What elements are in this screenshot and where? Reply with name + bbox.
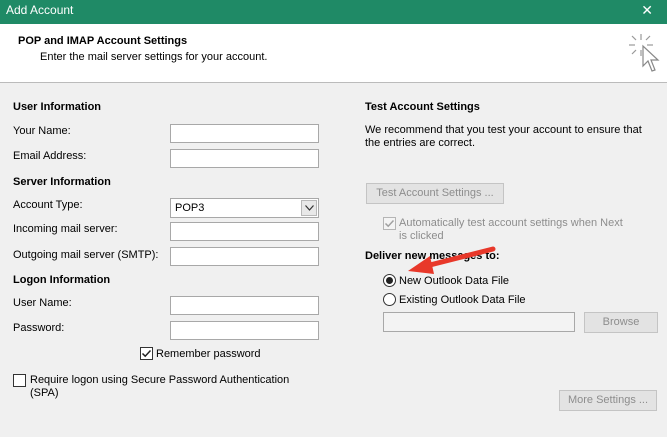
window-title: Add Account — [6, 3, 74, 17]
email-address-input[interactable] — [170, 149, 319, 168]
account-type-value: POP3 — [175, 202, 205, 214]
existing-data-file-radio[interactable] — [383, 293, 396, 306]
spa-checkbox[interactable] — [13, 374, 26, 387]
header-subtitle: Enter the mail server settings for your … — [40, 51, 268, 63]
account-type-label: Account Type: — [13, 199, 83, 211]
chevron-down-icon[interactable] — [301, 200, 317, 216]
new-data-file-radio[interactable] — [383, 274, 396, 287]
your-name-input[interactable] — [170, 124, 319, 143]
browse-button[interactable]: Browse — [584, 312, 658, 333]
outgoing-mail-server-input[interactable] — [170, 247, 319, 266]
your-name-label: Your Name: — [13, 125, 71, 137]
checkmark-icon — [141, 349, 152, 358]
logon-information-heading: Logon Information — [13, 274, 111, 286]
existing-data-file-path-input[interactable] — [383, 312, 575, 332]
radio-selected-dot — [386, 277, 393, 284]
user-name-label: User Name: — [13, 297, 72, 309]
user-name-input[interactable] — [170, 296, 319, 315]
spa-label-line2: (SPA) — [30, 387, 59, 399]
checkmark-icon — [384, 219, 395, 228]
remember-password-checkbox[interactable] — [140, 347, 153, 360]
test-account-settings-heading: Test Account Settings — [365, 101, 480, 113]
test-description-line1: We recommend that you test your account … — [365, 124, 642, 136]
outgoing-mail-server-label: Outgoing mail server (SMTP): — [13, 249, 159, 261]
user-information-heading: User Information — [13, 101, 102, 113]
magic-wand-cursor-icon — [629, 34, 660, 72]
test-description-line2: the entries are correct. — [365, 137, 476, 149]
existing-data-file-label: Existing Outlook Data File — [399, 294, 526, 306]
password-label: Password: — [13, 322, 65, 334]
incoming-mail-server-label: Incoming mail server: — [13, 223, 118, 235]
password-input[interactable] — [170, 321, 319, 340]
dialog-header: POP and IMAP Account Settings Enter the … — [0, 24, 667, 83]
account-type-select[interactable]: POP3 — [170, 198, 319, 218]
remember-password-label: Remember password — [156, 348, 261, 360]
email-address-label: Email Address: — [13, 150, 87, 162]
red-arrow-annotation-icon — [408, 246, 496, 274]
header-title: POP and IMAP Account Settings — [18, 35, 188, 47]
spa-label-line1: Require logon using Secure Password Auth… — [30, 374, 290, 386]
auto-test-label-line1: Automatically test account settings when… — [399, 217, 623, 229]
test-account-settings-button[interactable]: Test Account Settings ... — [366, 183, 504, 204]
incoming-mail-server-input[interactable] — [170, 222, 319, 241]
more-settings-button[interactable]: More Settings ... — [559, 390, 657, 411]
title-bar: Add Account ✕ — [0, 0, 667, 24]
server-information-heading: Server Information — [13, 176, 111, 188]
auto-test-label-line2: is clicked — [399, 230, 444, 242]
auto-test-checkbox[interactable] — [383, 217, 396, 230]
close-icon[interactable]: ✕ — [641, 2, 653, 19]
